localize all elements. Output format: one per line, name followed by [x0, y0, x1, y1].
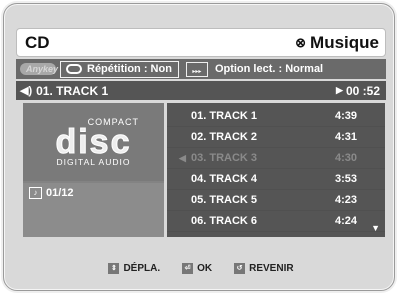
play-icon: ▶: [336, 85, 343, 95]
disc-icon: ⊗: [295, 34, 307, 50]
return-key-icon: ↺: [234, 262, 246, 274]
enter-key-icon: ⏎: [182, 262, 194, 274]
options-bar: Anykey Répétition : Non ▸▸▸ Option lect.…: [16, 59, 386, 79]
now-playing-bar: ◀) 01. TRACK 1 ▶ 00 :52: [16, 81, 386, 100]
list-item[interactable]: 06. TRACK 6 4:24: [167, 211, 385, 232]
track-counter-value: 01/12: [46, 187, 74, 199]
play-option-icon[interactable]: ▸▸▸: [185, 61, 208, 77]
track-time: 4:31: [334, 131, 357, 143]
track-time: 4:30: [334, 152, 357, 164]
logo-disc-text: disc: [55, 123, 132, 161]
track-name: 05. TRACK 5: [191, 194, 258, 206]
repeat-option[interactable]: Répétition : Non: [60, 60, 179, 78]
osd-frame: CD ⊗ Musique Anykey Répétition : Non ▸▸▸…: [3, 3, 395, 291]
speaker-icon: ◀: [179, 152, 186, 163]
source-indicator: ⊗ Musique: [295, 33, 379, 53]
track-time: 4:23: [334, 194, 357, 206]
list-item[interactable]: 04. TRACK 4 3:53: [167, 169, 385, 190]
track-time: 3:53: [334, 173, 357, 185]
footer-hints: ⇕ DÉPLA. ⏎ OK ↺ REVENIR: [16, 257, 386, 279]
scroll-down-icon[interactable]: ▼: [371, 223, 380, 233]
speaker-icon: ◀): [20, 85, 33, 97]
list-item-current[interactable]: ◀ 03. TRACK 3 4:30: [167, 148, 385, 169]
move-hint: ⇕ DÉPLA.: [108, 262, 161, 274]
compact-disc-logo: COMPACT disc DIGITAL AUDIO: [23, 103, 164, 181]
list-item[interactable]: 05. TRACK 5 4:23: [167, 190, 385, 211]
move-label: DÉPLA.: [123, 262, 161, 274]
track-name: 02. TRACK 2: [191, 131, 258, 143]
track-list: 01. TRACK 1 4:39 02. TRACK 2 4:31 ◀ 03. …: [167, 103, 385, 237]
track-name: 03. TRACK 3: [191, 152, 258, 164]
play-option-label[interactable]: Option lect. : Normal: [215, 63, 323, 75]
track-name: 04. TRACK 4: [191, 173, 258, 185]
updown-key-icon: ⇕: [108, 262, 120, 274]
repeat-icon: [66, 64, 82, 74]
track-counter: ♪ 01/12: [23, 183, 164, 237]
logo-digital-audio-text: DIGITAL AUDIO: [56, 157, 131, 167]
list-item[interactable]: 02. TRACK 2 4:31: [167, 127, 385, 148]
list-item[interactable]: 01. TRACK 1 4:39: [167, 106, 385, 127]
back-label: REVENIR: [249, 262, 294, 274]
back-hint: ↺ REVENIR: [234, 262, 294, 274]
track-name: 06. TRACK 6: [191, 215, 258, 227]
repeat-label: Répétition : Non: [87, 63, 172, 75]
elapsed-time: 00 :52: [345, 83, 380, 98]
info-panel: COMPACT disc DIGITAL AUDIO ♪ 01/12: [23, 103, 164, 237]
track-name: 01. TRACK 1: [191, 110, 258, 122]
page-title: CD: [25, 32, 50, 52]
source-label: Musique: [310, 32, 379, 52]
ok-hint: ⏎ OK: [182, 262, 213, 274]
now-playing-track: 01. TRACK 1: [36, 83, 109, 98]
anykey-button[interactable]: Anykey: [20, 63, 58, 75]
track-time: 4:24: [334, 215, 357, 227]
ok-label: OK: [197, 262, 213, 274]
title-bar: CD ⊗ Musique: [16, 28, 386, 57]
track-time: 4:39: [334, 110, 357, 122]
music-note-icon: ♪: [29, 187, 42, 199]
